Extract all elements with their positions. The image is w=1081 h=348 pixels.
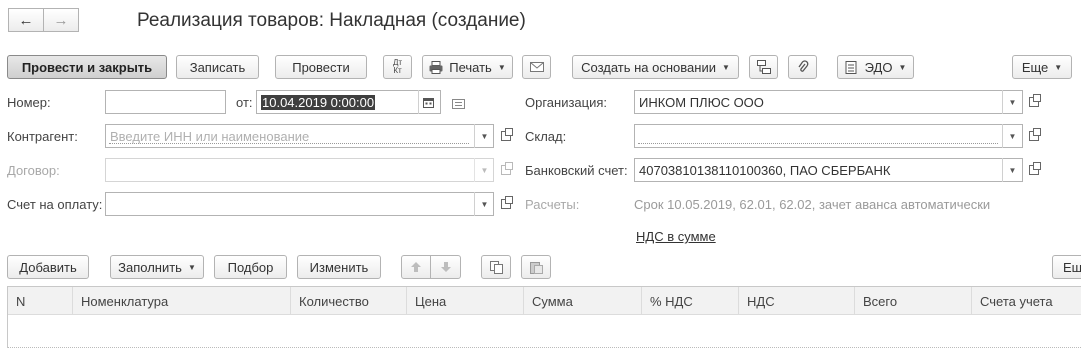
open-form-icon	[1029, 128, 1041, 141]
comment-icon[interactable]	[452, 97, 465, 112]
invoice-label: Счет на оплату:	[7, 197, 103, 212]
chevron-down-icon: ▼	[898, 62, 907, 72]
paperclip-icon	[797, 60, 808, 72]
move-down-button[interactable]	[430, 255, 461, 279]
dt-kt-icon: Дт Кт	[392, 58, 403, 75]
more-button[interactable]: Еще ▼	[1012, 55, 1072, 79]
column-header-total[interactable]: Всего	[855, 287, 972, 315]
warehouse-open-button[interactable]	[1024, 124, 1044, 148]
contract-input[interactable]	[105, 158, 494, 182]
open-form-icon	[1029, 94, 1041, 107]
arrow-right-icon: →	[53, 11, 69, 29]
date-from-label: от:	[236, 95, 253, 110]
bank-account-dropdown[interactable]: ▼	[1002, 158, 1022, 182]
date-input[interactable]: 10.04.2019 0:00:00	[256, 90, 441, 114]
bank-account-label: Банковский счет:	[525, 163, 628, 178]
organization-dropdown[interactable]: ▼	[1002, 90, 1022, 114]
change-button[interactable]: Изменить	[297, 255, 381, 279]
add-button[interactable]: Добавить	[7, 255, 89, 279]
dt-kt-button[interactable]: Дт Кт	[383, 55, 412, 79]
invoice-input[interactable]	[105, 192, 494, 216]
number-input[interactable]	[105, 90, 226, 114]
column-header-nomenclature[interactable]: Номенклатура	[73, 287, 291, 315]
write-button[interactable]: Записать	[176, 55, 259, 79]
settlements-value[interactable]: Срок 10.05.2019, 62.01, 62.02, зачет ава…	[634, 197, 990, 212]
arrow-down-icon	[440, 262, 451, 272]
open-form-icon	[501, 128, 513, 141]
envelope-icon	[529, 62, 544, 72]
warehouse-label: Склад:	[525, 129, 567, 144]
vat-in-sum-link[interactable]: НДС в сумме	[636, 229, 716, 244]
paste-row-button[interactable]	[521, 255, 551, 279]
forward-button[interactable]: →	[43, 8, 79, 32]
page-title: Реализация товаров: Накладная (создание)	[137, 10, 526, 31]
column-header-vat-rate[interactable]: % НДС	[642, 287, 739, 315]
counterparty-placeholder: Введите ИНН или наименование	[110, 128, 310, 144]
table-more-button[interactable]: Ещ	[1052, 255, 1081, 279]
post-button[interactable]: Провести	[275, 55, 367, 79]
paste-icon	[529, 261, 543, 274]
printer-icon	[429, 60, 443, 74]
contract-label: Договор:	[7, 163, 60, 178]
table-body[interactable]	[8, 316, 1081, 348]
organization-label: Организация:	[525, 95, 608, 110]
settlements-label: Расчеты:	[525, 197, 580, 212]
selection-button[interactable]: Подбор	[214, 255, 287, 279]
copy-icon	[489, 260, 503, 274]
move-up-button[interactable]	[401, 255, 431, 279]
email-button[interactable]	[522, 55, 551, 79]
column-header-sum[interactable]: Сумма	[524, 287, 642, 315]
organization-input[interactable]: ИНКОМ ПЛЮС ООО	[634, 90, 1023, 114]
contract-open-button[interactable]	[496, 158, 516, 182]
open-form-icon	[1029, 162, 1041, 175]
counterparty-open-button[interactable]	[496, 124, 516, 148]
attach-button[interactable]	[788, 55, 817, 79]
print-button[interactable]: Печать ▼	[422, 55, 513, 79]
structure-button[interactable]	[749, 55, 778, 79]
calendar-icon	[423, 97, 434, 108]
number-label: Номер:	[7, 95, 51, 110]
contract-dropdown[interactable]: ▼	[474, 158, 494, 182]
arrow-up-icon	[411, 262, 421, 272]
calendar-button[interactable]	[418, 90, 438, 114]
hierarchy-icon	[756, 60, 771, 74]
copy-row-button[interactable]	[481, 255, 511, 279]
chevron-down-icon: ▼	[721, 62, 730, 72]
open-form-icon	[501, 162, 513, 175]
chevron-down-icon: ▼	[187, 262, 196, 272]
column-header-price[interactable]: Цена	[407, 287, 524, 315]
bank-account-open-button[interactable]	[1024, 158, 1044, 182]
edo-button[interactable]: ЭДО ▼	[837, 55, 914, 79]
counterparty-label: Контрагент:	[7, 129, 78, 144]
invoice-dropdown[interactable]: ▼	[474, 192, 494, 216]
arrow-left-icon: ←	[18, 11, 34, 29]
edo-icon	[845, 60, 857, 74]
back-button[interactable]: ←	[8, 8, 44, 32]
organization-open-button[interactable]	[1024, 90, 1044, 114]
column-header-vat[interactable]: НДС	[739, 287, 855, 315]
post-and-close-button[interactable]: Провести и закрыть	[7, 55, 167, 79]
column-header-n[interactable]: N	[8, 287, 73, 315]
column-header-accounts[interactable]: Счета учета	[972, 287, 1081, 315]
counterparty-dropdown[interactable]: ▼	[474, 124, 494, 148]
chevron-down-icon: ▼	[497, 62, 506, 72]
chevron-down-icon: ▼	[1054, 62, 1063, 72]
column-header-quantity[interactable]: Количество	[291, 287, 407, 315]
warehouse-input[interactable]	[634, 124, 1023, 148]
warehouse-dropdown[interactable]: ▼	[1002, 124, 1022, 148]
counterparty-input[interactable]: Введите ИНН или наименование	[105, 124, 494, 148]
bank-account-input[interactable]: 40703810138110100360, ПАО СБЕРБАНК	[634, 158, 1023, 182]
open-form-icon	[501, 196, 513, 209]
create-based-on-button[interactable]: Создать на основании ▼	[572, 55, 739, 79]
fill-button[interactable]: Заполнить ▼	[110, 255, 204, 279]
invoice-open-button[interactable]	[496, 192, 516, 216]
